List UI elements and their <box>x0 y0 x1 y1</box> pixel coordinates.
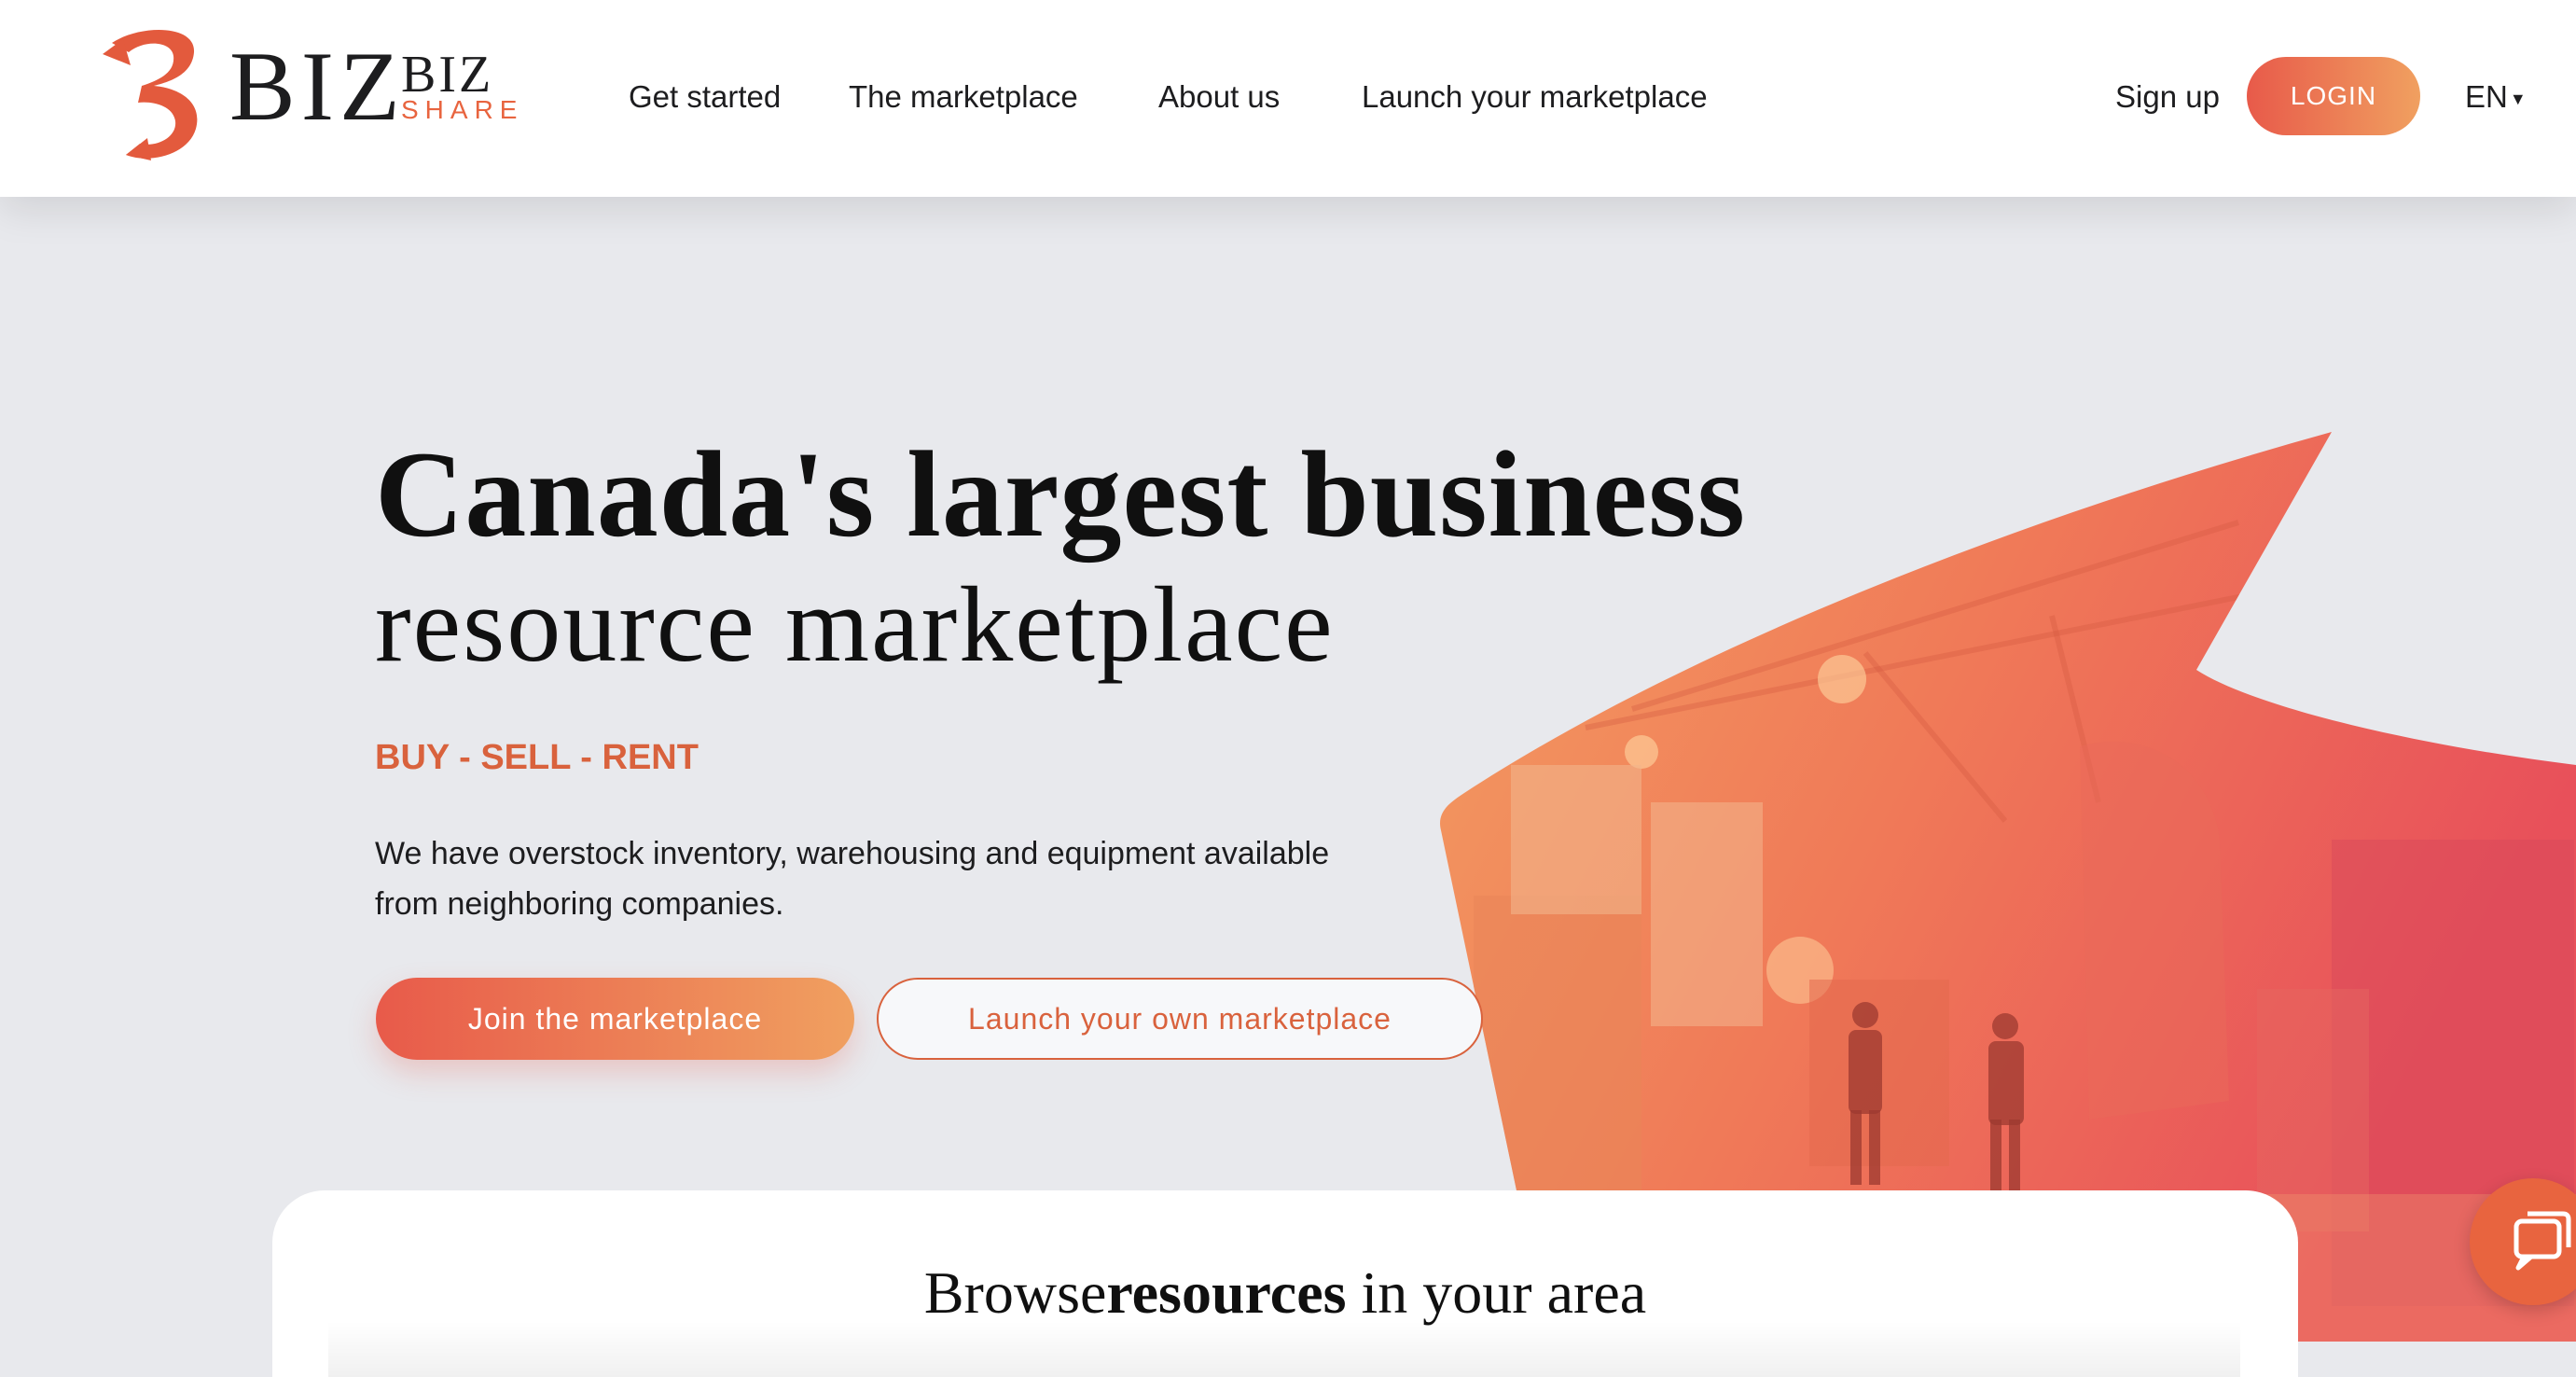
browse-resources-card: Browseresources in your area <box>272 1190 2298 1377</box>
logo-wordmark-share[interactable]: SHARE <box>401 97 523 123</box>
browse-card-inner-shadow <box>328 1321 2240 1377</box>
chat-bubbles-icon <box>2514 1211 2571 1271</box>
browse-title-prefix: Browse <box>923 1259 1107 1326</box>
hero-tagline: BUY - SELL - RENT <box>375 738 699 777</box>
join-marketplace-button[interactable]: Join the marketplace <box>376 978 854 1060</box>
logo-icon[interactable] <box>103 24 205 162</box>
launch-own-marketplace-button[interactable]: Launch your own marketplace <box>877 978 1483 1060</box>
browse-title: Browseresources in your area <box>272 1256 2298 1330</box>
site-header: BIZ BIZ SHARE Get started The marketplac… <box>0 0 2576 197</box>
language-selector[interactable]: EN ▼ <box>2465 76 2527 119</box>
login-button[interactable]: LOGIN <box>2247 57 2420 135</box>
nav-launch-your-marketplace[interactable]: Launch your marketplace <box>1362 78 1708 116</box>
caret-down-icon: ▼ <box>2509 90 2527 109</box>
hero-headline-line1: Canada's largest business <box>375 425 1746 563</box>
nav-the-marketplace[interactable]: The marketplace <box>849 78 1078 116</box>
browse-title-suffix: in your area <box>1346 1259 1647 1326</box>
logo-wordmark-biz[interactable]: BIZ <box>229 37 406 136</box>
nav-get-started[interactable]: Get started <box>629 78 781 116</box>
hero-headline-line2: resource marketplace <box>375 565 1335 685</box>
chat-widget-button[interactable] <box>2470 1178 2576 1305</box>
language-label: EN <box>2465 79 2508 114</box>
logo-wordmark-biz-small[interactable]: BIZ <box>401 49 493 101</box>
sign-up-link[interactable]: Sign up <box>2115 78 2220 116</box>
nav-about-us[interactable]: About us <box>1158 78 1280 116</box>
hero-description: We have overstock inventory, warehousing… <box>375 836 1330 922</box>
browse-title-bold: resources <box>1106 1259 1347 1326</box>
